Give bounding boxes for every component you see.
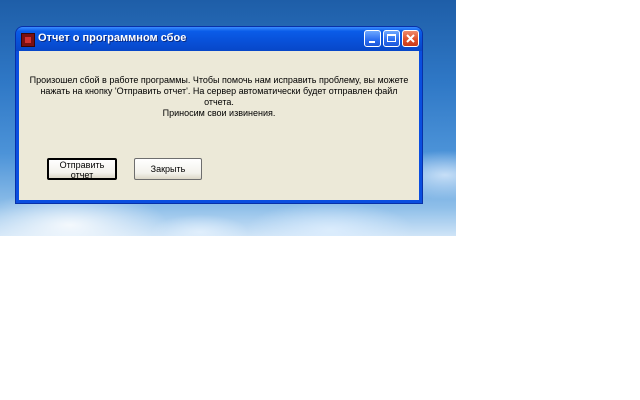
window-title: Отчет о программном сбое — [38, 32, 187, 44]
close-window-button[interactable] — [402, 30, 419, 47]
title-bar[interactable]: Отчет о программном сбое — [16, 27, 422, 51]
desktop-wallpaper: Отчет о программном сбое Произошел сбой … — [0, 0, 456, 236]
close-button[interactable]: Закрыть — [134, 158, 202, 180]
error-report-dialog: Отчет о программном сбое Произошел сбой … — [16, 27, 422, 203]
error-message: Произошел сбой в работе программы. Чтобы… — [29, 75, 409, 118]
dialog-body: Произошел сбой в работе программы. Чтобы… — [19, 51, 419, 200]
close-icon — [406, 34, 415, 43]
minimize-icon — [369, 41, 375, 43]
maximize-button[interactable] — [383, 30, 400, 47]
app-icon — [21, 33, 35, 47]
minimize-button[interactable] — [364, 30, 381, 47]
maximize-icon — [387, 34, 396, 42]
send-report-button[interactable]: Отправить отчет — [47, 158, 117, 180]
